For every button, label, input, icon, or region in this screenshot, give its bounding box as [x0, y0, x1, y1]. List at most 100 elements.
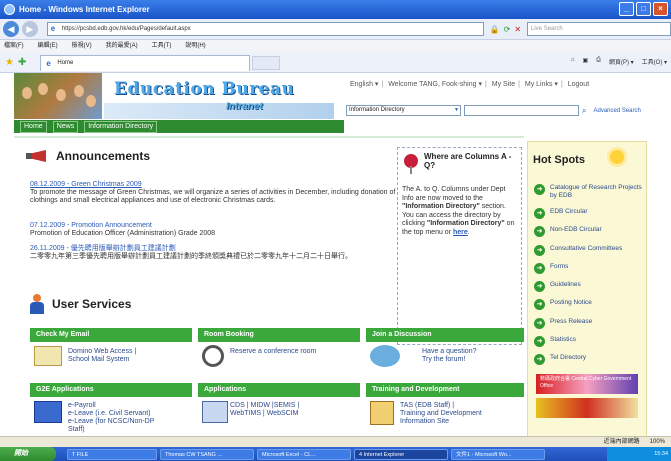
my-site-link[interactable]: My Site	[492, 81, 515, 88]
windows-taskbar: 開始 T FILE Thomas CW TSANG ... Microsoft …	[0, 447, 671, 461]
arrow-icon: ➜	[534, 336, 545, 347]
hot-spot-item[interactable]: ➜ Press Release	[534, 318, 650, 329]
menu-edit[interactable]: 編輯(E)	[38, 40, 58, 53]
cyber-government-banner[interactable]: 數碼政府合署 Central Cyber Government Office	[536, 374, 638, 394]
training-info-site-link[interactable]: Information Site	[400, 418, 524, 426]
hot-spot-item[interactable]: ➜ Posting Notice	[534, 299, 650, 310]
training-info-link[interactable]: Training and Development	[400, 410, 524, 418]
check-email-links: Domino Web Access | School Mail System	[68, 348, 188, 364]
g2e-links: e-Payroll e-Leave (i.e. Civil Servant) e…	[68, 402, 192, 434]
clock[interactable]: 15:34	[654, 451, 668, 457]
hot-spot-item[interactable]: ➜ Non-EDB Circular	[534, 226, 650, 237]
zoom-level[interactable]: 100%	[650, 437, 665, 447]
browser-tab-home[interactable]: Home	[40, 54, 251, 71]
arrow-icon: ➜	[534, 354, 545, 365]
training-icon	[370, 401, 394, 425]
hot-spot-item[interactable]: ➜ Statistics	[534, 336, 650, 347]
ie-logo-icon	[4, 4, 15, 15]
advanced-search-link[interactable]: Advanced Search	[593, 108, 640, 114]
refresh-icon[interactable]: ⟳	[504, 25, 511, 34]
tas-link[interactable]: TAS (EDB Staff) |	[400, 402, 524, 410]
arrow-icon: ➜	[534, 226, 545, 237]
e-leave-civil-link[interactable]: e-Leave (i.e. Civil Servant)	[68, 410, 192, 418]
start-button[interactable]: 開始	[0, 447, 56, 461]
hot-spot-item[interactable]: ➜ Consultative Committees	[534, 245, 650, 256]
here-link[interactable]: here	[453, 229, 468, 236]
nav-information-directory[interactable]: Information Directory	[84, 120, 158, 133]
user-services-title: User Services	[52, 297, 132, 311]
hot-spots-panel: Hot Spots ➜ Catalogue of Research Project…	[527, 141, 647, 438]
live-search-input[interactable]: Live Search	[527, 22, 671, 36]
favorites-star-icon[interactable]: ★	[5, 57, 14, 68]
add-favorites-icon[interactable]: ✚	[18, 57, 26, 68]
training-development-header[interactable]: Training and Development	[366, 383, 524, 397]
hot-spot-item[interactable]: ➜ Catalogue of Research Projects by EDB	[534, 184, 650, 199]
e-leave-staff-link[interactable]: Staff)	[68, 426, 192, 434]
search-scope-select[interactable]: Information Directory	[346, 105, 461, 116]
status-bar: 近端內部網路 100%	[0, 436, 671, 447]
new-tab-button[interactable]	[252, 55, 281, 70]
e-leave-ncsc-link[interactable]: e-Leave (for NCSC/Non-DP	[68, 418, 192, 426]
have-question-link[interactable]: Have a question?	[422, 348, 522, 356]
print-icon[interactable]: ⎙	[596, 57, 601, 66]
search-icon[interactable]: ⌕	[582, 106, 586, 116]
feeds-icon[interactable]: ▣	[582, 57, 588, 66]
menu-bar: 檔案(F) 編輯(E) 檢視(V) 我的最愛(A) 工具(T) 說明(H)	[0, 40, 671, 53]
maximize-button[interactable]: □	[636, 2, 651, 16]
minimize-button[interactable]: _	[619, 2, 634, 16]
clock-icon	[202, 345, 224, 367]
announcement-link[interactable]: 07.12.2009 - Promotion Announcement	[30, 222, 402, 230]
taskbar-item[interactable]: 文件1 - Microsoft Wo...	[451, 448, 545, 460]
room-booking-header[interactable]: Room Booking	[198, 328, 360, 342]
menu-tools[interactable]: 工具(T)	[152, 40, 172, 53]
welcome-user-link[interactable]: Welcome TANG, Fook-shing ▾	[388, 81, 482, 88]
nav-home[interactable]: Home	[20, 120, 47, 133]
back-button[interactable]: ◀	[3, 21, 19, 37]
taskbar-item[interactable]: Thomas CW TSANG ...	[160, 448, 254, 460]
stop-icon[interactable]: ✕	[514, 25, 521, 34]
join-discussion-header[interactable]: Join a Discussion	[366, 328, 524, 342]
page-menu[interactable]: 網頁(P) ▾	[609, 57, 634, 66]
hot-spot-item[interactable]: ➜ Guidelines	[534, 281, 650, 292]
taskbar-item[interactable]: 4 Internet Explorer	[354, 448, 448, 460]
menu-favorites[interactable]: 我的最愛(A)	[106, 40, 138, 53]
check-email-header[interactable]: Check My Email	[30, 328, 192, 342]
hot-spot-item[interactable]: ➜ EDB Circular	[534, 208, 650, 219]
my-links-link[interactable]: My Links ▾	[525, 81, 558, 88]
domino-web-access-link[interactable]: Domino Web Access |	[68, 348, 188, 356]
where-are-text: The A. to Q. Columns under Dept Info are…	[402, 186, 515, 236]
window-title: Home - Windows Internet Explorer	[19, 5, 150, 14]
applications-header[interactable]: Applications	[198, 383, 360, 397]
window-titlebar: Home - Windows Internet Explorer _ □ ×	[0, 0, 671, 19]
taskbar-item[interactable]: Microsoft Excel - CL...	[257, 448, 351, 460]
nav-news[interactable]: News	[52, 120, 79, 133]
try-forum-link[interactable]: Try the forum!	[422, 356, 522, 364]
language-link[interactable]: English ▾	[350, 81, 378, 88]
close-button[interactable]: ×	[653, 2, 668, 16]
menu-help[interactable]: 說明(H)	[185, 40, 205, 53]
webtims-webscim-link[interactable]: WebTIMS | WebSCIM	[230, 410, 356, 418]
school-mail-link[interactable]: School Mail System	[68, 356, 188, 364]
logout-link[interactable]: Logout	[568, 81, 589, 88]
promo-banner[interactable]	[536, 398, 638, 418]
home-icon[interactable]: ⌂	[571, 57, 575, 66]
tools-menu[interactable]: 工具(O) ▾	[642, 57, 667, 66]
taskbar-item[interactable]: T FILE	[67, 448, 157, 460]
forward-button[interactable]: ▶	[21, 21, 38, 37]
announcement-link[interactable]: 08.12.2009 - Green Christmas 2009	[30, 181, 402, 189]
hot-spot-item[interactable]: ➜ Forms	[534, 263, 650, 274]
cds-midw-semis-link[interactable]: CDS | MIDW |SEMIS |	[230, 402, 356, 410]
lock-icon[interactable]: 🔒	[490, 25, 500, 34]
announcements-title: Announcements	[56, 149, 151, 163]
computer-icon	[34, 401, 62, 423]
site-search-input[interactable]	[464, 105, 579, 116]
reserve-room-link[interactable]: Reserve a conference room	[230, 348, 356, 356]
g2e-applications-header[interactable]: G2E Applications	[30, 383, 192, 397]
menu-view[interactable]: 檢視(V)	[72, 40, 92, 53]
menu-file[interactable]: 檔案(F)	[4, 40, 24, 53]
announcement-body: 二零零九年第三季優先聘用版舉辦計劃員工建議計劃的季終頒獎典禮已於二零零九年十二月…	[30, 253, 352, 260]
hot-spot-item[interactable]: ➜ Tel Directory	[534, 354, 650, 365]
address-bar[interactable]: https://pcsbd.edb.gov.hk/edu/Pages/defau…	[46, 22, 484, 36]
e-payroll-link[interactable]: e-Payroll	[68, 402, 192, 410]
announcement-link[interactable]: 26.11.2009 - 優先聘用版舉辦計劃員工建議計劃	[30, 245, 402, 253]
